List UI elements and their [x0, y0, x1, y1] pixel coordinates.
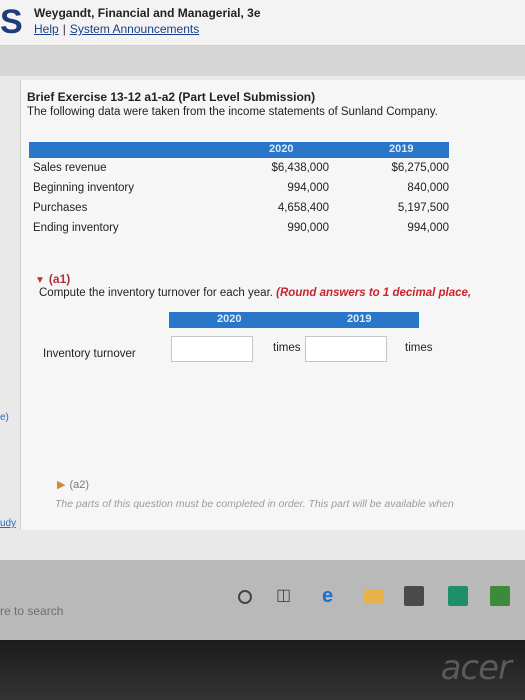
taskbar-search-box[interactable]: re to search — [0, 604, 63, 618]
screen: S Weygandt, Financial and Managerial, 3e… — [0, 0, 525, 640]
edge-browser-icon[interactable]: e — [322, 586, 342, 606]
task-view-icon[interactable]: ◫ — [276, 586, 296, 606]
app-header: S Weygandt, Financial and Managerial, 3e… — [0, 0, 525, 46]
rounding-instruction: (Round answers to 1 decimal place, — [276, 287, 472, 299]
inventory-turnover-row: Inventory turnover times times — [39, 334, 439, 364]
windows-taskbar: re to search ◫ e — [0, 560, 525, 640]
answer-column-2019: 2019 — [347, 313, 372, 325]
value-2019: 994,000 — [407, 222, 449, 234]
header-links: Help | System Announcements — [34, 22, 199, 36]
value-2020: 4,658,400 — [277, 202, 329, 214]
header-band — [0, 46, 525, 76]
study-link[interactable]: udy — [0, 518, 16, 529]
store-icon[interactable] — [404, 586, 424, 606]
row-label: Ending inventory — [33, 222, 119, 234]
help-link[interactable]: Help — [34, 22, 59, 36]
table-row: Beginning inventory 994,000 840,000 — [29, 178, 449, 198]
side-margin-text: e) — [0, 412, 9, 423]
link-separator: | — [62, 22, 66, 36]
wileyplus-logo: S — [0, 3, 23, 41]
book-title: Weygandt, Financial and Managerial, 3e — [34, 6, 261, 20]
part-a2-label: (a2) — [69, 479, 90, 491]
value-2020: $6,438,000 — [271, 162, 329, 174]
column-header-2020: 2020 — [269, 143, 294, 155]
value-2020: 994,000 — [287, 182, 329, 194]
question-card: Brief Exercise 13-12 a1-a2 (Part Level S… — [20, 80, 525, 530]
instruction-text: Compute the inventory turnover for each … — [39, 287, 273, 299]
row-label: Purchases — [33, 202, 88, 214]
answer-table-header: 2020 2019 — [169, 312, 419, 328]
mail-icon[interactable] — [448, 586, 468, 606]
row-label: Beginning inventory — [33, 182, 135, 194]
exercise-title: Brief Exercise 13-12 a1-a2 (Part Level S… — [27, 90, 316, 104]
exercise-description: The following data were taken from the i… — [27, 106, 438, 118]
part-a2-toggle[interactable]: ▶ (a2) — [57, 478, 89, 491]
completion-order-note: The parts of this question must be compl… — [55, 498, 454, 510]
table-row: Purchases 4,658,400 5,197,500 — [29, 198, 449, 218]
part-a1-instruction: Compute the inventory turnover for each … — [39, 287, 471, 299]
system-announcements-link[interactable]: System Announcements — [70, 22, 199, 36]
table-header: 2020 2019 — [29, 142, 449, 158]
answer-column-2020: 2020 — [217, 313, 242, 325]
row-label: Sales revenue — [33, 162, 107, 174]
value-2020: 990,000 — [287, 222, 329, 234]
table-row: Sales revenue $6,438,000 $6,275,000 — [29, 158, 449, 178]
part-a1-label: (a1) — [48, 272, 71, 286]
income-data-table: 2020 2019 Sales revenue $6,438,000 $6,27… — [29, 142, 449, 238]
value-2019: 5,197,500 — [397, 202, 449, 214]
triangle-right-icon: ▶ — [57, 479, 66, 491]
acer-logo: acer — [440, 648, 512, 688]
app-icon[interactable] — [490, 586, 510, 606]
table-row: Ending inventory 990,000 994,000 — [29, 218, 449, 238]
turnover-2020-input[interactable] — [171, 336, 253, 362]
unit-times-2019: times — [405, 342, 433, 354]
column-header-2019: 2019 — [389, 143, 414, 155]
value-2019: 840,000 — [407, 182, 449, 194]
cortana-icon[interactable] — [238, 590, 252, 604]
turnover-2019-input[interactable] — [305, 336, 387, 362]
part-a1-toggle[interactable]: ▼ (a1) — [35, 272, 70, 286]
file-explorer-icon[interactable] — [364, 590, 384, 604]
inventory-turnover-label: Inventory turnover — [43, 348, 136, 360]
value-2019: $6,275,000 — [391, 162, 449, 174]
triangle-down-icon: ▼ — [35, 275, 45, 286]
unit-times-2020: times — [273, 342, 301, 354]
